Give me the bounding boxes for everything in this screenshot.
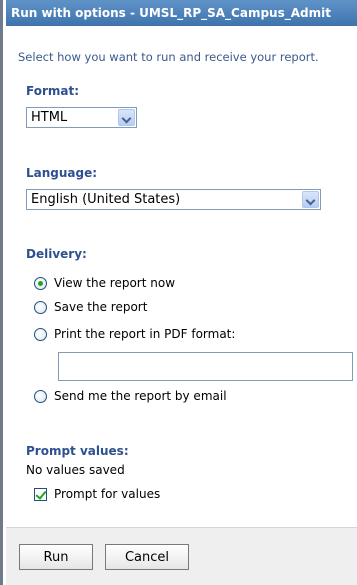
delivery-option-print-pdf[interactable]: Print the report in PDF format: (34, 326, 235, 342)
chevron-down-icon[interactable] (118, 109, 135, 126)
cancel-button[interactable]: Cancel (105, 544, 189, 570)
language-label: Language: (26, 166, 98, 180)
prompt-values-label: Prompt values: (26, 444, 129, 458)
delivery-option-email[interactable]: Send me the report by email (34, 388, 227, 404)
radio-label: Send me the report by email (54, 389, 227, 403)
delivery-label: Delivery: (26, 247, 87, 261)
checkbox-label: Prompt for values (54, 487, 161, 501)
delivery-option-save[interactable]: Save the report (34, 299, 147, 315)
dialog-footer: Run Cancel (6, 527, 357, 585)
radio-print-pdf[interactable] (34, 327, 47, 341)
prompt-status-text: No values saved (26, 463, 125, 477)
radio-view-now[interactable] (34, 276, 47, 290)
radio-label: Save the report (54, 300, 148, 314)
radio-label: View the report now (54, 276, 176, 290)
delivery-option-view-now[interactable]: View the report now (34, 275, 175, 291)
prompt-for-values-option[interactable]: Prompt for values (34, 486, 160, 502)
instructions-text: Select how you want to run and receive y… (18, 50, 319, 64)
language-select[interactable]: English (United States) (26, 189, 321, 210)
run-button[interactable]: Run (19, 544, 93, 570)
radio-save[interactable] (34, 300, 47, 314)
dialog-title: Run with options - UMSL_RP_SA_Campus_Adm… (6, 0, 357, 26)
run-with-options-dialog: Run with options - UMSL_RP_SA_Campus_Adm… (0, 0, 357, 585)
chevron-down-icon[interactable] (302, 191, 319, 208)
format-select[interactable]: HTML (26, 107, 137, 128)
prompt-for-values-checkbox[interactable] (34, 487, 47, 501)
format-select-value: HTML (31, 110, 68, 125)
language-select-value: English (United States) (31, 192, 181, 207)
printer-input[interactable] (58, 352, 353, 381)
radio-email[interactable] (34, 389, 47, 403)
radio-label: Print the report in PDF format: (54, 327, 236, 341)
format-label: Format: (26, 84, 80, 98)
